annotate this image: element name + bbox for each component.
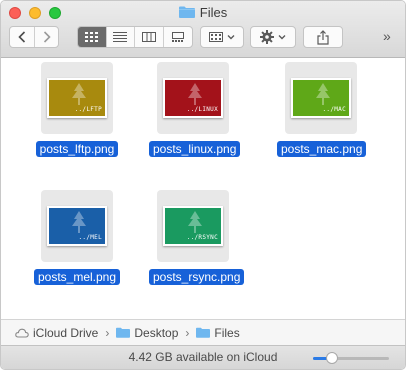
file-name-label: posts_mac.png: [277, 140, 367, 158]
columns-icon: [141, 32, 156, 42]
file-item[interactable]: ../MEL posts_mel.png: [33, 190, 129, 285]
gear-icon: [260, 30, 274, 44]
file-thumbnail: ../MEL: [47, 206, 107, 246]
chevron-right-icon: ›: [185, 325, 190, 340]
file-name: posts_linux.png: [149, 141, 241, 157]
window-title-text: Files: [199, 5, 228, 20]
path-crumb[interactable]: iCloud Drive: [15, 326, 98, 340]
status-bar: 4.42 GB available on iCloud: [1, 345, 405, 369]
folder-icon: [196, 327, 211, 338]
icon-view-button[interactable]: [78, 27, 107, 47]
file-name-label: posts_rsync.png: [149, 268, 245, 286]
finder-window: Files » ../LFTP posts_lftp.png ../LINUX …: [0, 0, 406, 370]
path-crumb-label: iCloud Drive: [33, 325, 99, 340]
action-menu-button[interactable]: [250, 26, 296, 48]
thumbnail-caption: ../MEL: [78, 234, 102, 241]
share-button[interactable]: [303, 26, 343, 48]
file-name-label: posts_mel.png: [33, 268, 121, 286]
file-item[interactable]: ../RSYNC posts_rsync.png: [149, 190, 245, 285]
slider-knob[interactable]: [326, 352, 338, 364]
chevron-down-icon: [227, 35, 235, 40]
thumbnail-caption: ../LFTP: [74, 106, 102, 113]
file-thumbnail: ../RSYNC: [163, 206, 223, 246]
chevron-right-icon: [43, 31, 51, 43]
thumbnail-caption: ../LINUX: [186, 106, 218, 113]
file-name-label: posts_lftp.png: [33, 140, 121, 158]
window-title: Files: [1, 4, 405, 22]
file-name-label: posts_linux.png: [149, 140, 241, 158]
file-grid: ../LFTP posts_lftp.png ../LINUX posts_linux…: [1, 58, 405, 318]
tree-graphic: [188, 211, 202, 233]
path-crumb-label: Files: [214, 325, 240, 340]
file-thumbnail-background: ../MEL: [41, 190, 113, 262]
tree-graphic: [72, 83, 86, 105]
thumbnail-caption: ../RSYNC: [186, 234, 218, 241]
file-item[interactable]: ../LINUX posts_linux.png: [149, 62, 245, 157]
tree-graphic: [316, 83, 330, 105]
column-view-button[interactable]: [135, 27, 164, 47]
group-by-button[interactable]: [200, 26, 244, 48]
thumbnail-caption: ../MAC: [322, 106, 346, 113]
toolbar-overflow-button[interactable]: »: [383, 28, 391, 44]
view-mode-group: [77, 26, 193, 48]
file-name: posts_lftp.png: [35, 141, 119, 157]
navigation-group: [9, 26, 59, 48]
back-button[interactable]: [10, 27, 34, 47]
gallery-icon: [171, 32, 184, 42]
chevron-down-icon: [278, 35, 286, 40]
path-crumb[interactable]: Desktop: [116, 326, 178, 340]
file-thumbnail-background: ../RSYNC: [157, 190, 229, 262]
icon-size-slider[interactable]: [313, 352, 389, 364]
file-thumbnail-background: ../MAC: [285, 62, 357, 134]
list-icon: [113, 32, 128, 42]
file-name: posts_mel.png: [33, 269, 121, 285]
path-crumb-label: Desktop: [134, 325, 179, 340]
icon-grid-icon: [84, 32, 98, 42]
file-name: posts_rsync.png: [149, 269, 245, 285]
cloud-icon: [15, 328, 29, 338]
forward-button[interactable]: [35, 27, 59, 47]
file-thumbnail-background: ../LFTP: [41, 62, 113, 134]
list-view-button[interactable]: [107, 27, 135, 47]
folder-icon: [178, 6, 195, 18]
gallery-view-button[interactable]: [164, 27, 192, 47]
file-thumbnail: ../MAC: [291, 78, 351, 118]
share-icon: [317, 29, 329, 45]
file-thumbnail: ../LFTP: [47, 78, 107, 118]
path-bar: iCloud Drive › Desktop › Files: [1, 319, 405, 345]
chevron-left-icon: [18, 31, 26, 43]
path-crumb[interactable]: Files: [196, 325, 240, 340]
file-thumbnail: ../LINUX: [163, 78, 223, 118]
toolbar: Files »: [1, 1, 405, 58]
folder-icon: [116, 327, 131, 338]
group-grid-icon: [209, 32, 223, 42]
tree-graphic: [72, 211, 86, 233]
file-name: posts_mac.png: [277, 141, 367, 157]
file-thumbnail-background: ../LINUX: [157, 62, 229, 134]
file-item[interactable]: ../LFTP posts_lftp.png: [33, 62, 129, 157]
file-item[interactable]: ../MAC posts_mac.png: [277, 62, 373, 157]
chevron-right-icon: ›: [105, 325, 110, 340]
tree-graphic: [188, 83, 202, 105]
